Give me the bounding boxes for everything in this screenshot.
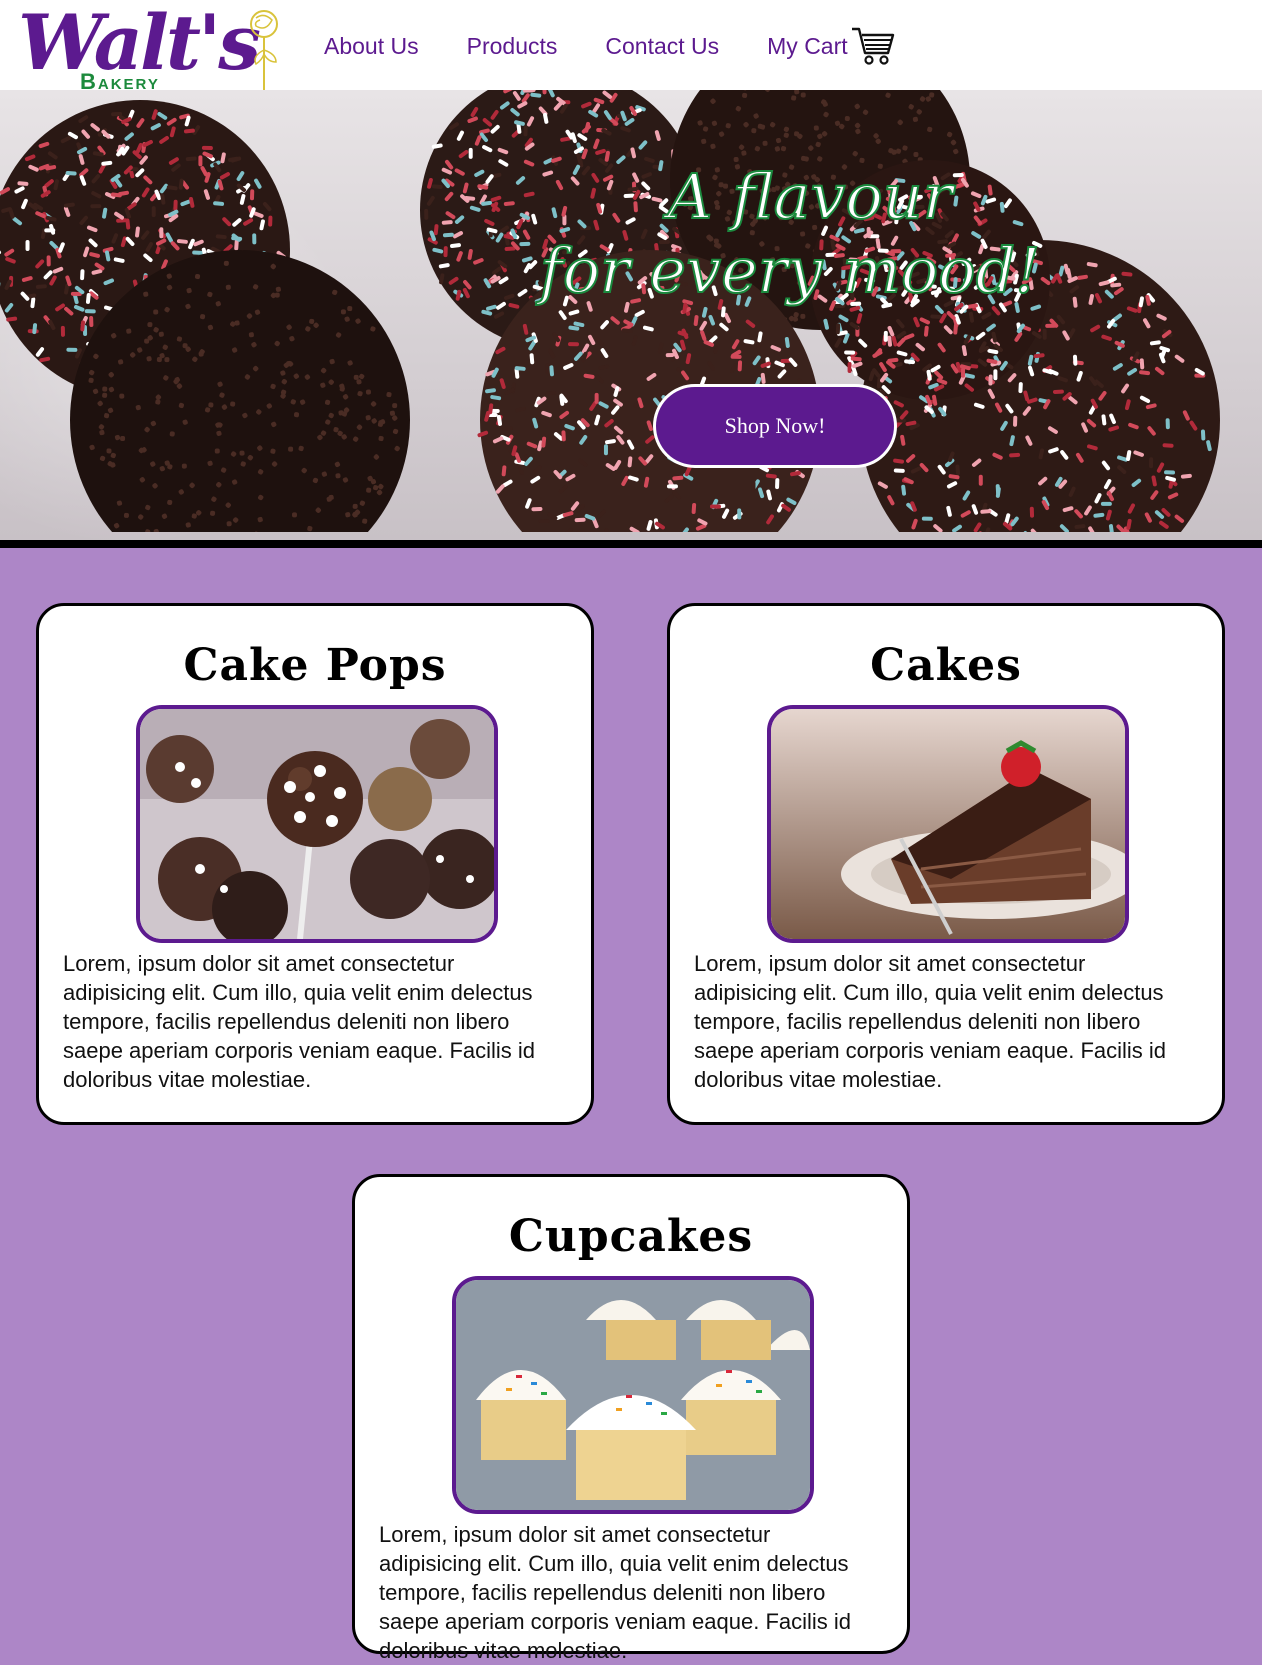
logo[interactable]: Walt's Bakery (14, 4, 284, 90)
product-card-title: Cupcakes (355, 1211, 907, 1263)
nav-my-cart[interactable]: My Cart (767, 25, 896, 67)
product-card-title: Cake Pops (39, 640, 591, 692)
hero-banner: A flavour for every mood! Shop Now! (0, 90, 1262, 548)
product-card-title: Cakes (670, 640, 1222, 692)
nav-about-us[interactable]: About Us (324, 33, 419, 60)
nav-products[interactable]: Products (467, 33, 558, 60)
hero-tagline-line-1: A flavour (570, 160, 1050, 234)
cupcakes-photo (452, 1276, 814, 1514)
cake-pops-photo (136, 705, 498, 943)
product-card-cake-pops[interactable]: Cake Pops Lorem, ipsum dolor sit amet co… (36, 603, 594, 1125)
product-card-description: Lorem, ipsum dolor sit amet consectetur … (63, 949, 563, 1094)
hero-cake-pops-image (0, 90, 1262, 532)
site-header: Walt's Bakery About Us Products Contact … (0, 0, 1262, 90)
main-nav: About Us Products Contact Us My Cart (324, 28, 896, 64)
nav-contact-us[interactable]: Contact Us (605, 33, 719, 60)
product-card-description: Lorem, ipsum dolor sit amet consectetur … (694, 949, 1194, 1094)
shop-now-button[interactable]: Shop Now! (653, 384, 897, 468)
hero-tagline-line-2: for every mood! (530, 234, 1050, 308)
shopping-cart-icon (850, 25, 896, 67)
product-card-cakes[interactable]: Cakes Lorem, ipsum dolor sit amet consec… (667, 603, 1225, 1125)
nav-my-cart-label: My Cart (767, 33, 848, 60)
product-card-cupcakes[interactable]: Cupcakes (352, 1174, 910, 1654)
hero-tagline: A flavour for every mood! (530, 160, 1050, 308)
lollipop-icon (242, 6, 288, 92)
product-card-description: Lorem, ipsum dolor sit amet consectetur … (379, 1520, 879, 1665)
cakes-photo (767, 705, 1129, 943)
